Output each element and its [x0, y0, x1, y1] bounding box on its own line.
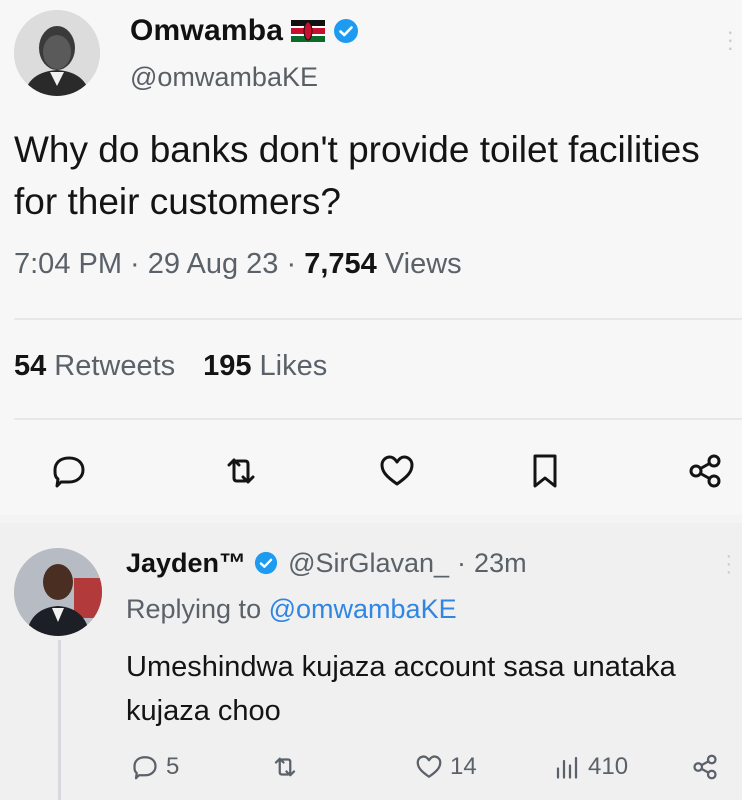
comment-icon[interactable]	[46, 448, 92, 494]
reply-likes-count: 14	[450, 753, 477, 780]
reply-display-name[interactable]: Jayden™	[126, 548, 246, 579]
reply-views-button[interactable]: 410	[552, 752, 628, 782]
bookmark-icon[interactable]	[522, 448, 568, 494]
tweet-time[interactable]: 7:04 PM	[14, 248, 122, 281]
share-icon[interactable]	[682, 448, 728, 494]
share-icon	[693, 754, 717, 780]
reply-like-button[interactable]: 14	[414, 752, 477, 782]
reply-author-avatar[interactable]	[14, 548, 102, 636]
divider	[14, 418, 742, 420]
tweet-stats: 54 Retweets 195 Likes	[14, 350, 327, 383]
reply-retweet-button[interactable]	[270, 752, 300, 782]
replying-to-mention[interactable]: @omwambaKE	[269, 594, 457, 624]
verified-badge-icon	[333, 18, 359, 44]
meta-separator: ·	[122, 248, 148, 280]
views-count: 7,754	[304, 248, 377, 280]
reply-action-bar: 5 14 410	[0, 752, 742, 792]
verified-badge-icon	[254, 551, 280, 577]
more-options-icon[interactable]: · · ·	[725, 546, 732, 582]
views-label	[377, 248, 385, 281]
reply-replies-count: 5	[166, 753, 180, 780]
reply-text: Umeshindwa kujaza account sasa unataka k…	[126, 651, 676, 727]
main-tweet: Omwamba @omwambaKE · · · Why do banks don'…	[0, 0, 742, 515]
reply-handle[interactable]: @SirGlavan_	[288, 548, 449, 579]
heart-icon[interactable]	[374, 448, 420, 494]
author-display-name[interactable]: Omwamba	[130, 14, 283, 48]
likes-count: 195	[203, 350, 252, 382]
tweet-text: Why do banks don't provide toilet facili…	[14, 129, 700, 222]
comment-icon	[133, 756, 157, 780]
reply-header: Jayden™ @SirGlavan_ · 23m	[126, 548, 527, 579]
retweets-label: Retweets	[54, 350, 176, 382]
kenya-flag-icon	[291, 20, 326, 42]
views-icon	[556, 756, 578, 779]
replying-prefix: Replying to	[126, 594, 262, 624]
meta-separator: ·	[457, 548, 467, 578]
meta-separator: ·	[278, 248, 305, 280]
author-name-row[interactable]: Omwamba	[130, 14, 359, 48]
retweets-stat[interactable]: 54 Retweets	[14, 350, 175, 383]
reply-share-button[interactable]	[690, 752, 720, 782]
retweet-icon[interactable]	[218, 448, 264, 494]
author-avatar[interactable]	[14, 10, 100, 96]
reply-views-count: 410	[588, 753, 629, 780]
heart-icon	[416, 755, 442, 778]
replying-to-line: Replying to @omwambaKE	[126, 594, 457, 625]
views-label-text: Views	[384, 248, 462, 280]
divider	[14, 318, 742, 320]
tweet-date[interactable]: 29 Aug 23	[148, 248, 279, 281]
reply-time[interactable]: 23m	[474, 548, 527, 579]
tweet-action-bar	[0, 448, 742, 496]
tweet-meta: 7:04 PM · 29 Aug 23 · 7,754 Views	[14, 248, 462, 281]
likes-stat[interactable]: 195 Likes	[203, 350, 327, 383]
more-options-icon[interactable]: · · ·	[727, 21, 734, 59]
retweet-icon	[274, 757, 296, 777]
reply-comment-button[interactable]: 5	[130, 752, 179, 782]
author-handle[interactable]: @omwambaKE	[130, 62, 318, 93]
likes-label: Likes	[259, 350, 328, 382]
retweets-count: 54	[14, 350, 47, 382]
